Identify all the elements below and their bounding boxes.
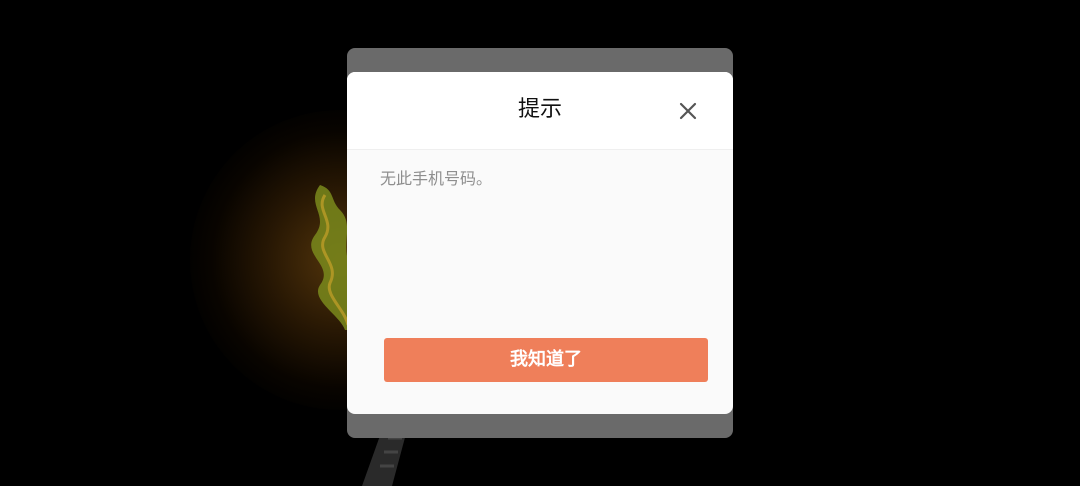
close-button[interactable] [675,98,701,124]
game-screen: 提示 无此手机号码。 我知道了 [0,0,1080,486]
dialog-message: 无此手机号码。 [380,169,493,188]
background-stick-art [362,430,407,486]
confirm-button[interactable]: 我知道了 [384,338,708,382]
close-icon [679,102,697,120]
dialog-header: 提示 [347,72,733,150]
alert-dialog: 提示 无此手机号码。 我知道了 [347,72,733,414]
